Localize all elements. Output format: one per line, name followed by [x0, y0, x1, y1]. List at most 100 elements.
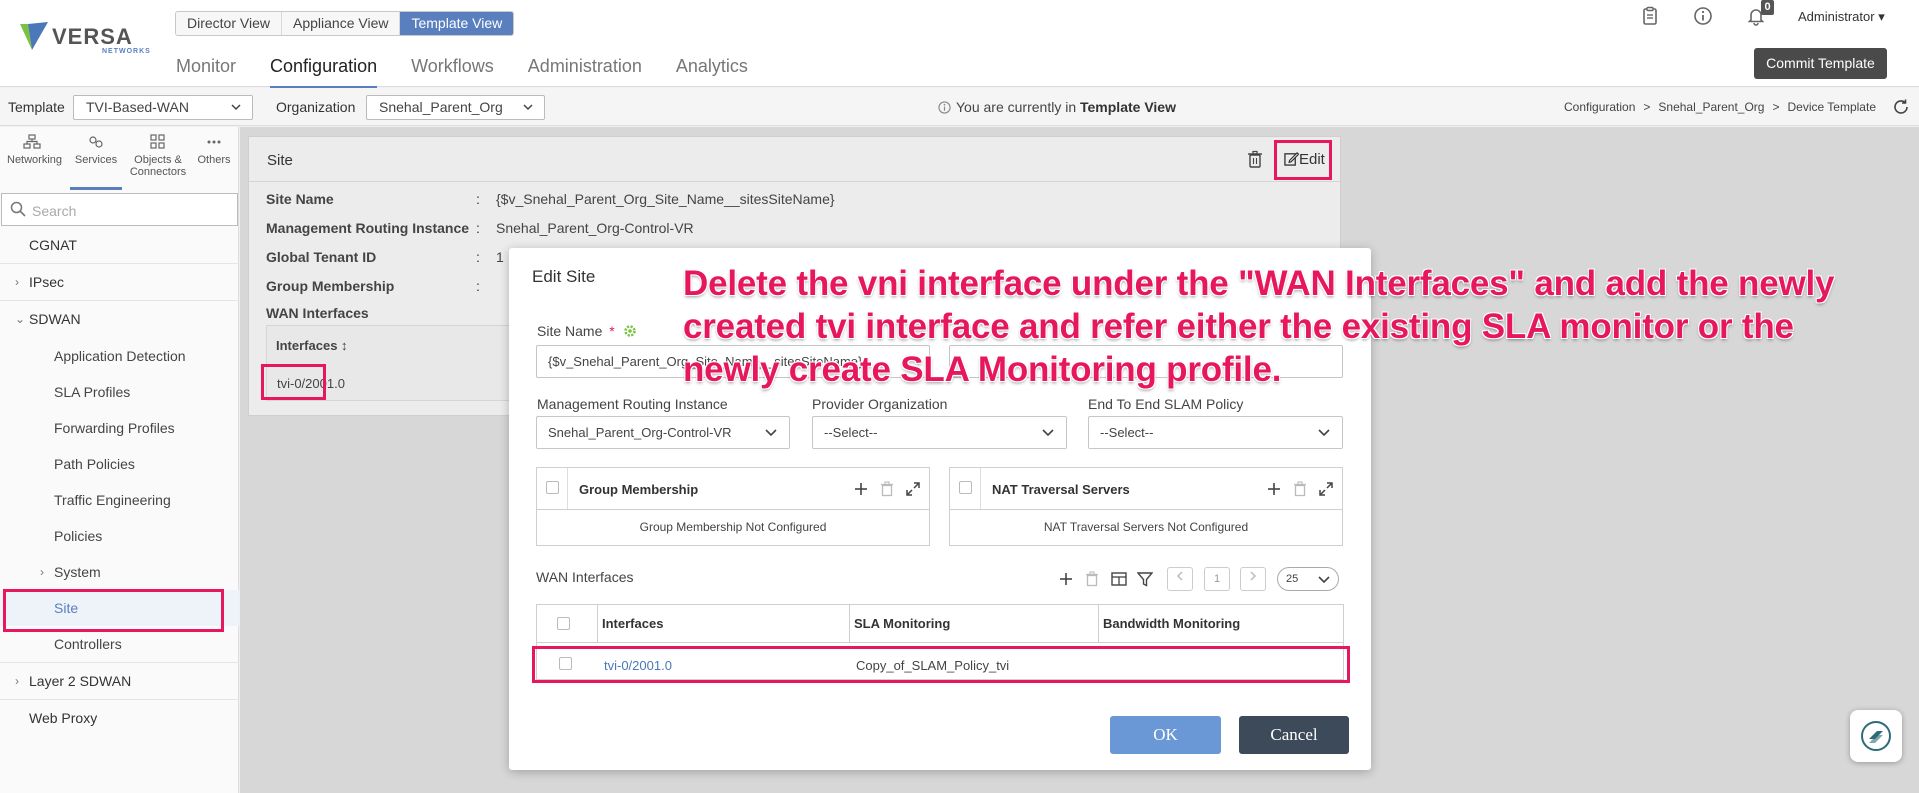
tab-director-view[interactable]: Director View	[176, 12, 282, 35]
required-marker: *	[609, 323, 615, 339]
clipboard-icon[interactable]	[1640, 6, 1660, 26]
breadcrumb: Configuration > Snehal_Parent_Org > Device T…	[1564, 100, 1876, 114]
versa-logo[interactable]: VERSA NETWORKS	[18, 20, 150, 60]
user-menu[interactable]: Administrator ▾	[1798, 9, 1885, 25]
search-input[interactable]: Search	[1, 193, 238, 226]
cancel-button[interactable]: Cancel	[1239, 716, 1349, 754]
nav-monitor[interactable]: Monitor	[176, 56, 236, 89]
divider	[980, 468, 981, 509]
active-tab-indicator	[70, 187, 122, 190]
row-key: Global Tenant ID	[266, 249, 377, 265]
provider-org-select[interactable]: --Select--	[812, 416, 1067, 449]
slam-policy-value: --Select--	[1100, 425, 1154, 440]
sidebar-item-label: Layer 2 SDWAN	[29, 673, 132, 689]
sidebar-item-label: Application Detection	[54, 348, 186, 364]
sidebar-item-web-proxy[interactable]: Web Proxy	[0, 700, 239, 737]
sidebar-tabs: Networking Services Objects & Connectors	[0, 127, 239, 190]
main-nav: Monitor Configuration Workflows Administ…	[176, 56, 782, 89]
sidebar-item-sla-profiles[interactable]: SLA Profiles	[0, 374, 239, 410]
sidebar-item-ipsec[interactable]: › IPsec	[0, 264, 239, 301]
plus-icon[interactable]	[853, 481, 869, 497]
template-select[interactable]: TVI-Based-WAN	[73, 95, 253, 120]
page-number[interactable]: 1	[1204, 567, 1230, 591]
tab-objects-label: Objects &	[134, 154, 182, 166]
commit-template-button[interactable]: Commit Template	[1754, 48, 1887, 79]
organization-select[interactable]: Snehal_Parent_Org	[366, 95, 545, 120]
select-all-checkbox[interactable]	[546, 481, 559, 494]
column-header-bandwidth-monitoring[interactable]: Bandwidth Monitoring	[1098, 605, 1343, 643]
column-header-interfaces[interactable]: Interfaces ↕	[276, 338, 348, 353]
column-header-sla-monitoring[interactable]: SLA Monitoring	[849, 605, 1098, 643]
chevron-down-icon	[1042, 429, 1054, 437]
slam-policy-select[interactable]: --Select--	[1088, 416, 1343, 449]
select-all-checkbox[interactable]	[557, 617, 570, 630]
trash-icon[interactable]	[1293, 481, 1307, 497]
sla-monitoring-value: Copy_of_SLAM_Policy_tvi	[856, 658, 1010, 673]
sidebar-item-label: Path Policies	[54, 456, 135, 472]
mgmt-routing-select[interactable]: Snehal_Parent_Org-Control-VR	[536, 416, 790, 449]
site-name-label: Site Name *	[537, 323, 637, 339]
select-all-checkbox[interactable]	[959, 481, 972, 494]
sidebar-item-sdwan[interactable]: ⌄ SDWAN	[0, 301, 239, 338]
interface-link[interactable]: tvi-0/2001.0	[604, 658, 672, 673]
table-row[interactable]: tvi-0/2001.0 Copy_of_SLAM_Policy_tvi	[532, 646, 1350, 683]
expand-icon[interactable]	[1318, 481, 1334, 497]
trash-icon[interactable]	[1085, 571, 1099, 587]
sidebar-item-forwarding-profiles[interactable]: Forwarding Profiles	[0, 410, 239, 446]
group-membership-empty: Group Membership Not Configured	[639, 520, 827, 534]
top-header: VERSA NETWORKS Director View Appliance V…	[0, 0, 1919, 89]
breadcrumb-separator: >	[1772, 100, 1780, 114]
sidebar-item-cgnat[interactable]: CGNAT	[0, 227, 239, 264]
sidebar-item-policies[interactable]: Policies	[0, 518, 239, 554]
ok-button[interactable]: OK	[1110, 716, 1221, 754]
instruction-annotation: Delete the vni interface under the "WAN …	[683, 262, 1913, 391]
nav-workflows[interactable]: Workflows	[411, 56, 494, 89]
prev-page-button[interactable]	[1167, 567, 1193, 591]
panel-header: NAT Traversal Servers	[950, 468, 1342, 510]
trash-icon[interactable]	[880, 481, 894, 497]
tab-objects-connectors[interactable]: Objects & Connectors	[127, 134, 189, 178]
sidebar-item-path-policies[interactable]: Path Policies	[0, 446, 239, 482]
nav-analytics[interactable]: Analytics	[676, 56, 748, 89]
annotation-line-2: created tvi interface and refer either t…	[683, 307, 1794, 346]
breadcrumb-configuration[interactable]: Configuration	[1564, 100, 1635, 114]
nav-administration[interactable]: Administration	[528, 56, 642, 89]
sidebar-item-application-detection[interactable]: Application Detection	[0, 338, 239, 374]
sidebar-item-traffic-engineering[interactable]: Traffic Engineering	[0, 482, 239, 518]
page-size-select[interactable]: 25	[1277, 567, 1339, 591]
dialog-title: Edit Site	[532, 267, 596, 286]
breadcrumb-org[interactable]: Snehal_Parent_Org	[1658, 100, 1764, 114]
tab-connectors-label: Connectors	[129, 166, 187, 178]
columns-icon[interactable]	[1111, 572, 1127, 586]
info-icon	[938, 101, 951, 114]
row-checkbox[interactable]	[559, 657, 572, 670]
divider	[567, 468, 568, 509]
edit-icon	[1284, 152, 1300, 166]
edit-button[interactable]: Edit	[1274, 140, 1332, 180]
tab-appliance-view[interactable]: Appliance View	[282, 12, 401, 35]
tab-template-view[interactable]: Template View	[400, 12, 514, 35]
tab-services[interactable]: Services	[70, 134, 122, 166]
chevron-down-icon	[1318, 576, 1330, 584]
info-icon[interactable]	[1693, 6, 1713, 26]
wan-interfaces-title: WAN Interfaces	[536, 569, 634, 585]
tab-networking[interactable]: Networking	[7, 134, 62, 166]
logo-text: VERSA	[52, 24, 133, 49]
trash-icon[interactable]	[1247, 150, 1263, 168]
sidebar-item-system[interactable]: › System	[0, 554, 239, 590]
column-header-interfaces[interactable]: Interfaces	[597, 605, 849, 643]
chevron-down-icon	[523, 104, 533, 111]
view-switch: Director View Appliance View Template Vi…	[175, 11, 515, 36]
nav-configuration[interactable]: Configuration	[270, 56, 378, 89]
gear-icon[interactable]	[623, 324, 637, 338]
plus-icon[interactable]	[1058, 571, 1074, 587]
plus-icon[interactable]	[1266, 481, 1282, 497]
tab-others[interactable]: Others	[194, 134, 234, 166]
filter-icon[interactable]	[1137, 572, 1153, 587]
refresh-icon[interactable]	[1892, 98, 1910, 116]
help-button[interactable]	[1850, 710, 1902, 762]
expand-icon[interactable]	[905, 481, 921, 497]
help-icon	[1861, 721, 1891, 751]
next-page-button[interactable]	[1240, 567, 1266, 591]
sidebar-item-layer2-sdwan[interactable]: › Layer 2 SDWAN	[0, 663, 239, 700]
